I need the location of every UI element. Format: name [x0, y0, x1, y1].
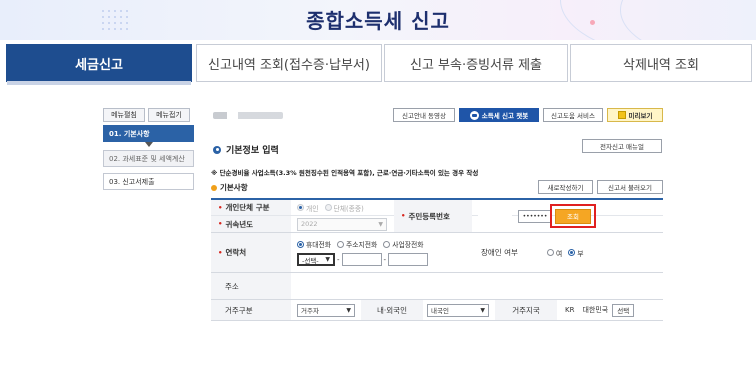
- tax-year-cell: 2022 ▼: [297, 216, 397, 232]
- residence-type-cell: 거주자 ▼: [297, 300, 367, 320]
- lookup-highlight-box: 조회: [550, 204, 596, 228]
- menu-down-arrow-icon: [145, 142, 153, 147]
- country-name: 대한민국: [582, 306, 609, 314]
- entity-type-label: • 개인단체 구분: [211, 200, 291, 215]
- disability-label: 장애인 여부: [475, 233, 547, 272]
- nationality-label: 내·외국인: [361, 300, 423, 320]
- resident-no-label: • 주민등록번호: [394, 200, 472, 232]
- entity-option-individual[interactable]: 개인: [297, 203, 319, 213]
- chatbot-button[interactable]: 소득세 신고 챗봇: [459, 108, 539, 122]
- chatbot-label: 소득세 신고 챗봇: [481, 112, 529, 120]
- residence-country-label: 거주지국: [495, 300, 557, 320]
- phone-prefix-select[interactable]: -선택- ▼: [297, 253, 335, 266]
- tax-year-label: • 귀속년도: [211, 216, 291, 232]
- chevron-down-icon: ▼: [325, 256, 330, 263]
- form-row-address: 주소: [211, 273, 663, 300]
- contact-option-home[interactable]: 주소지전화: [337, 239, 377, 249]
- phone-inputs: -선택- ▼ - -: [297, 253, 429, 266]
- entity-option-group[interactable]: 단체(종중): [324, 203, 364, 213]
- contact-label: • 연락처: [211, 233, 291, 272]
- sidemenu-item-submit[interactable]: 03. 신고서제출: [103, 173, 194, 190]
- chevron-down-icon: ▼: [346, 306, 351, 314]
- rewrite-button[interactable]: 새로작성하기: [538, 180, 593, 194]
- radio-icon: [383, 240, 391, 248]
- required-mark: •: [401, 212, 406, 220]
- radio-icon: [297, 204, 304, 211]
- tab-tax-filing[interactable]: 세금신고: [6, 44, 192, 85]
- menu-expand-button[interactable]: 메뉴펼침: [103, 108, 145, 122]
- e-filing-manual-button[interactable]: 전자신고 매뉴얼: [582, 139, 662, 153]
- dash: -: [383, 255, 387, 264]
- sidemenu-item-tax-calc[interactable]: 02. 과세표준 및 세액계산: [103, 150, 194, 167]
- preview-label: 미리보기: [628, 112, 653, 120]
- preview-icon: [617, 111, 626, 119]
- radio-icon: [568, 249, 576, 256]
- resident-no-front-input[interactable]: [478, 209, 512, 223]
- nationality-cell: 내국인 ▼: [427, 300, 497, 320]
- disability-option-no[interactable]: 부: [568, 248, 584, 258]
- help-service-button[interactable]: 신고도움 서비스: [543, 108, 603, 122]
- address-label: 주소: [211, 273, 291, 299]
- residence-type-select[interactable]: 거주자 ▼: [297, 303, 355, 317]
- guide-video-button[interactable]: 신고안내 동영상: [393, 108, 455, 122]
- page-banner: 종합소득세 신고: [0, 0, 756, 40]
- required-mark: •: [218, 248, 223, 257]
- chevron-down-icon: ▼: [480, 306, 485, 314]
- phone-middle-input[interactable]: [341, 253, 382, 266]
- nationality-select[interactable]: 내국인 ▼: [427, 303, 489, 317]
- radio-icon: [337, 240, 345, 248]
- subsection-bullet-icon: [211, 184, 217, 191]
- page-title: 종합소득세 신고: [306, 9, 450, 33]
- taxpayer-info-redacted: [213, 112, 283, 119]
- country-code: KR: [565, 306, 575, 314]
- sidemenu-item-basic[interactable]: 01. 기본사항: [103, 125, 194, 142]
- menu-collapse-button[interactable]: 메뉴접기: [148, 108, 190, 122]
- section-bullet-icon: [213, 145, 221, 154]
- radio-icon: [297, 240, 304, 248]
- preview-button[interactable]: 미리보기: [607, 108, 663, 122]
- entity-type-options: 개인 단체(종중): [297, 200, 397, 215]
- phone-last-input[interactable]: [388, 253, 429, 266]
- resident-no-back-input[interactable]: •••••••: [518, 209, 552, 223]
- chevron-down-icon: ▼: [378, 220, 383, 228]
- required-mark: •: [218, 203, 223, 212]
- disability-options: 여 부: [547, 233, 657, 272]
- form-row-resident-no: • 주민등록번호 •••••••: [394, 200, 663, 233]
- country-select-button[interactable]: 선택: [612, 303, 635, 317]
- chatbot-icon: [469, 110, 479, 120]
- contact-type-options: 휴대전화 주소지전화 사업장전화: [297, 239, 430, 249]
- filing-notice: ※ 단순경비율 사업소득(3.3% 원천징수된 인적용역 포함), 근로·연금·…: [211, 169, 479, 177]
- form-row-contact: • 연락처 휴대전화 주소지전화 사업장전화 -선택- ▼ - - 장애인 여부 …: [211, 233, 663, 273]
- resident-lookup-button[interactable]: 조회: [555, 208, 591, 224]
- main-tabs: 세금신고 신고내역 조회(접수증·납부서) 신고 부속·증빙서류 제출 삭제내역…: [0, 44, 756, 85]
- load-return-button[interactable]: 신고서 불러오기: [597, 180, 663, 194]
- basic-info-form: • 개인단체 구분 개인 단체(종중) • 귀속년도 2022 ▼ • 주민등록번…: [211, 198, 663, 321]
- section-title-text: 기본정보 입력: [226, 146, 279, 156]
- required-mark: •: [218, 220, 223, 228]
- residence-country-cell: KR 대한민국 선택: [565, 300, 663, 320]
- tax-year-select[interactable]: 2022 ▼: [297, 217, 387, 231]
- residence-type-label: 거주구분: [211, 300, 291, 320]
- tab-filing-history[interactable]: 신고내역 조회(접수증·납부서): [196, 44, 382, 82]
- contact-cell: 휴대전화 주소지전화 사업장전화 -선택- ▼ - -: [297, 233, 475, 272]
- section-title: 기본정보 입력: [213, 143, 279, 156]
- contact-option-mobile[interactable]: 휴대전화: [297, 239, 331, 249]
- radio-icon: [547, 249, 554, 256]
- disability-option-yes[interactable]: 여: [547, 248, 562, 258]
- radio-icon: [324, 204, 332, 211]
- contact-option-business[interactable]: 사업장전화: [383, 239, 424, 249]
- dash: -: [337, 255, 340, 264]
- tab-deleted-history[interactable]: 삭제내역 조회: [570, 44, 752, 82]
- tab-attachments[interactable]: 신고 부속·증빙서류 제출: [384, 44, 568, 82]
- form-row-residence: 거주구분 거주자 ▼ 내·외국인 내국인 ▼ 거주지국 KR 대한민국 선택: [211, 300, 663, 321]
- subsection-title-text: 기본사항: [220, 183, 248, 192]
- subsection-title: 기본사항: [211, 182, 248, 193]
